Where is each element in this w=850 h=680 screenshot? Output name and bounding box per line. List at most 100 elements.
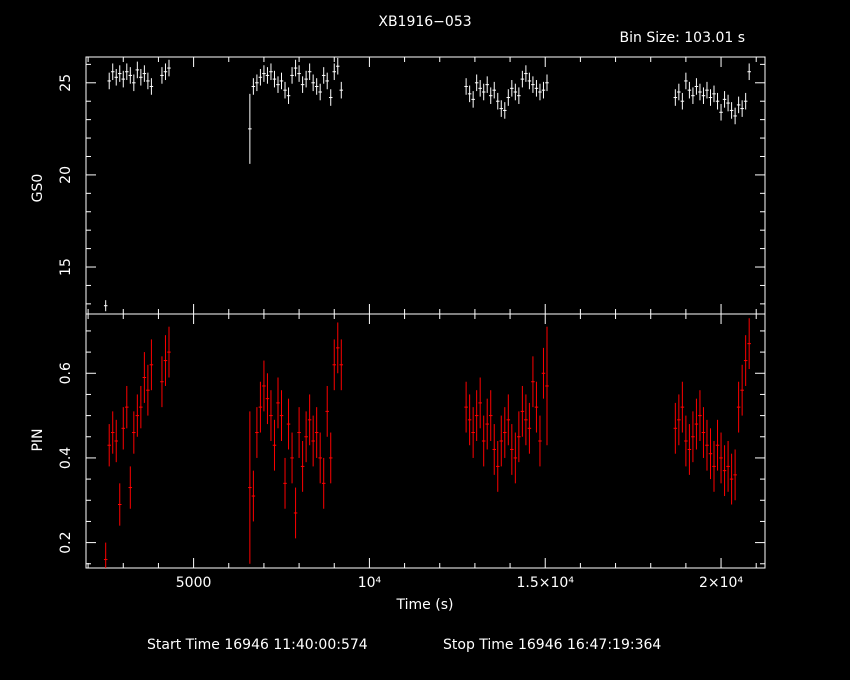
data-point	[677, 83, 681, 101]
data-point	[269, 390, 273, 441]
data-point	[722, 91, 727, 108]
y-axis-label-gs0: GS0	[30, 173, 46, 203]
data-point	[114, 68, 118, 86]
data-point	[708, 89, 713, 106]
panel-frame	[85, 313, 766, 569]
data-point	[163, 63, 168, 81]
data-point	[336, 57, 340, 75]
data-point	[496, 92, 500, 110]
data-point	[680, 92, 685, 110]
data-point	[146, 364, 150, 416]
data-point	[691, 411, 695, 463]
data-point	[467, 394, 472, 446]
start-time-label: Start Time 16946 11:40:00:574	[147, 637, 368, 653]
data-point	[708, 428, 713, 480]
data-point	[272, 419, 277, 471]
data-point	[304, 411, 308, 463]
data-point	[272, 70, 277, 88]
data-point	[527, 72, 532, 90]
data-point	[311, 74, 315, 92]
data-point	[135, 61, 140, 79]
data-point	[492, 81, 497, 99]
data-point	[269, 63, 273, 81]
data-point	[673, 89, 678, 106]
data-point	[677, 394, 681, 446]
y-tick-label: 15	[58, 258, 74, 276]
data-point	[541, 81, 546, 99]
data-point	[121, 70, 126, 88]
gs0-panel: 15 20 25	[58, 56, 766, 315]
data-point	[107, 72, 111, 90]
data-point	[258, 381, 263, 433]
data-point	[262, 65, 266, 82]
data-point	[160, 67, 164, 84]
data-point	[251, 78, 256, 95]
data-point	[283, 81, 287, 99]
data-point	[687, 424, 692, 475]
data-point	[248, 93, 252, 164]
data-point	[729, 102, 734, 119]
data-point	[107, 424, 111, 467]
data-point	[297, 65, 301, 82]
data-point	[488, 390, 493, 441]
data-point	[705, 81, 709, 99]
data-point	[304, 70, 308, 88]
data-point	[747, 63, 751, 81]
data-point	[715, 92, 720, 110]
data-point	[684, 72, 688, 90]
data-point	[336, 322, 340, 374]
data-point	[132, 74, 136, 92]
data-point	[673, 402, 678, 454]
data-point	[300, 76, 305, 93]
data-point	[712, 441, 716, 492]
data-point	[517, 411, 521, 463]
data-point	[733, 449, 737, 501]
data-point	[719, 103, 723, 121]
data-point	[524, 394, 528, 446]
y-tick-label: 25	[58, 74, 74, 92]
data-point	[513, 432, 518, 484]
data-point	[279, 72, 284, 90]
panel-frame	[85, 56, 766, 315]
data-point	[142, 352, 147, 403]
y-tick-label: 0.4	[58, 447, 74, 469]
data-point	[248, 411, 252, 564]
data-point	[736, 96, 741, 114]
data-point	[163, 335, 168, 386]
data-point	[307, 394, 312, 446]
data-point	[339, 81, 344, 99]
data-point	[733, 107, 737, 125]
data-point	[110, 63, 115, 81]
data-point	[534, 381, 539, 433]
data-point	[474, 74, 479, 92]
y-tick-label: 0.2	[58, 531, 74, 553]
data-point	[740, 364, 744, 416]
data-point	[701, 407, 706, 458]
data-point	[117, 483, 122, 526]
data-point	[719, 432, 723, 484]
data-point	[103, 542, 108, 568]
data-point	[747, 318, 751, 370]
data-point	[318, 83, 322, 101]
data-point	[541, 347, 546, 399]
data-point	[464, 78, 468, 95]
x-tick-label: 5000	[176, 575, 212, 591]
data-point	[478, 80, 482, 97]
data-point	[265, 373, 270, 425]
data-point	[471, 91, 475, 108]
data-point	[328, 432, 333, 484]
data-point	[499, 100, 504, 117]
data-point	[258, 68, 263, 86]
data-point	[545, 74, 549, 92]
data-point	[110, 411, 115, 454]
data-point	[114, 419, 118, 463]
data-point	[293, 59, 298, 77]
data-point	[125, 385, 129, 429]
data-point	[276, 377, 280, 429]
data-point	[279, 390, 284, 441]
data-point	[132, 411, 136, 454]
stop-time-label: Stop Time 16946 16:47:19:364	[443, 637, 662, 653]
data-point	[729, 453, 734, 505]
y-tick-label: 20	[58, 166, 74, 184]
data-point	[513, 83, 518, 101]
